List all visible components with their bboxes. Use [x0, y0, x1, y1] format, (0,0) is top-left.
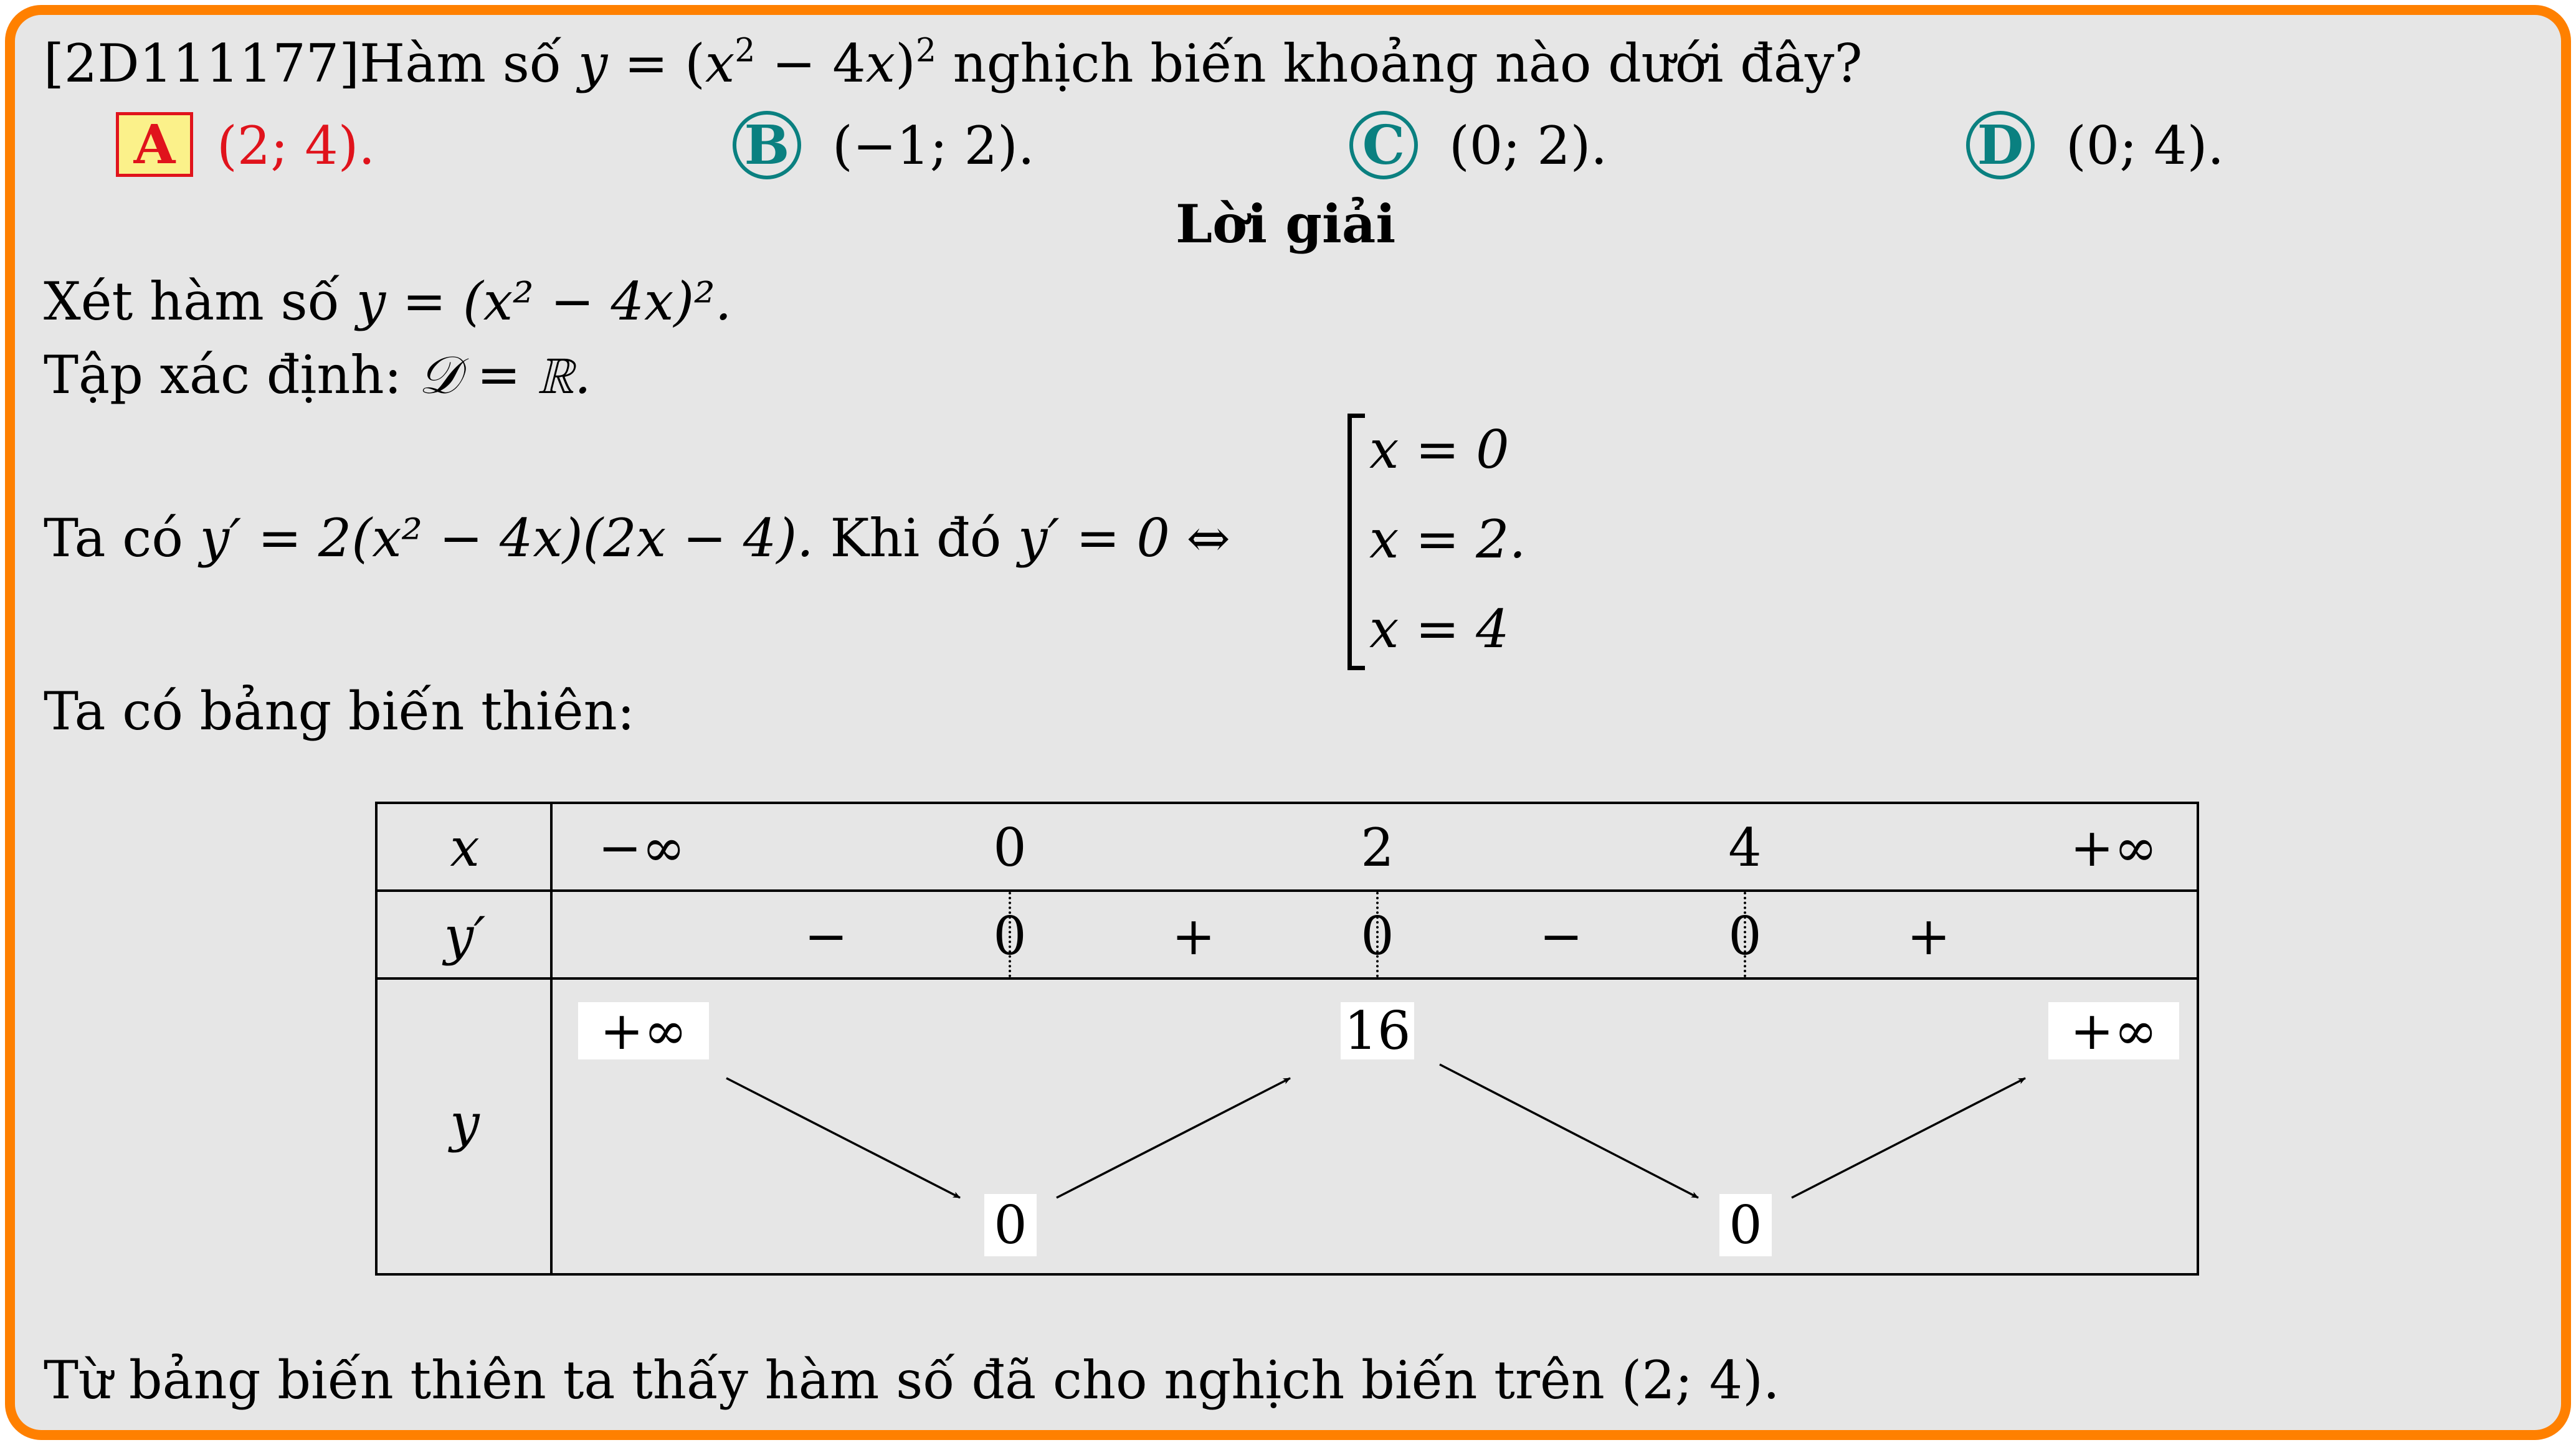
question-text-before: Hàm số: [359, 33, 578, 94]
line2-formula: 𝒟 = ℝ.: [418, 344, 591, 405]
case-3: x = 4: [1369, 599, 1509, 660]
arrow-down: [726, 1077, 961, 1199]
choice-d-text: (0; 4).: [2066, 115, 2225, 176]
choice-c-text: (0; 2).: [1449, 115, 1608, 176]
solution-line-2: Tập xác định: 𝒟 = ℝ.: [44, 349, 591, 401]
formula-x: x: [705, 33, 735, 94]
line3-formula: y′ = 2(x² − 4x)(2x − 4).: [199, 508, 814, 569]
y-value-top: +∞: [578, 1002, 709, 1059]
cases-bracket: [1347, 414, 1365, 670]
line3-text: Ta có: [44, 508, 200, 569]
question-text-after: nghịch biến khoảng nào dưới đây?: [936, 33, 1863, 94]
question-line: [2D111177]Hàm số y = (x2 − 4x)2 nghịch b…: [44, 35, 1863, 90]
formula-x2: x: [865, 33, 896, 94]
solution-conclusion: Từ bảng biến thiên ta thấy hàm số đã cho…: [44, 1350, 1780, 1411]
formula-mid: − 4: [755, 33, 866, 94]
y-value-bottom: 0: [984, 1194, 1037, 1256]
y-value-bottom: 0: [1719, 1194, 1772, 1256]
variation-table: x y′ y −∞ 0 2 4 +∞ − + − + 0 0 0 +∞ 16 +…: [375, 802, 2199, 1276]
question-code: [2D111177]: [44, 33, 359, 94]
line1-formula: y = (x² − 4x)².: [356, 271, 732, 332]
arrow-down: [1439, 1063, 1699, 1199]
y-value-top: 16: [1341, 1002, 1414, 1059]
case-2: x = 2.: [1369, 509, 1526, 570]
line3-formula2: y′ = 0 ⇔: [1018, 508, 1230, 569]
choice-a-letter: A: [116, 112, 193, 177]
choice-b-text: (−1; 2).: [832, 115, 1035, 176]
line3-text2: Khi đó: [813, 508, 1019, 569]
y-value-top: +∞: [2048, 1002, 2179, 1059]
choice-a-text: (2; 4).: [217, 115, 376, 176]
formula-eq: = (: [607, 33, 705, 94]
case-1: x = 0: [1369, 419, 1509, 480]
solution-line-1: Xét hàm số y = (x² − 4x)².: [44, 275, 732, 328]
formula-exp2: 2: [915, 32, 936, 70]
formula-close: ): [895, 33, 916, 94]
line2-text: Tập xác định:: [44, 344, 419, 405]
solution-heading: Lời giải: [1176, 193, 1396, 255]
solution-line-4: Ta có bảng biến thiên:: [44, 681, 635, 742]
choice-b-letter: B: [733, 111, 801, 179]
arrow-up: [1791, 1077, 2026, 1199]
solution-line-3: Ta có y′ = 2(x² − 4x)(2x − 4). Khi đó y′…: [44, 512, 1230, 564]
arrow-up: [1056, 1077, 1291, 1199]
choice-d-letter: D: [1966, 111, 2035, 179]
formula-exp: 2: [734, 32, 756, 70]
formula-y: y: [577, 33, 608, 94]
choice-c-letter: C: [1349, 111, 1418, 179]
line1-text: Xét hàm số: [44, 271, 356, 332]
